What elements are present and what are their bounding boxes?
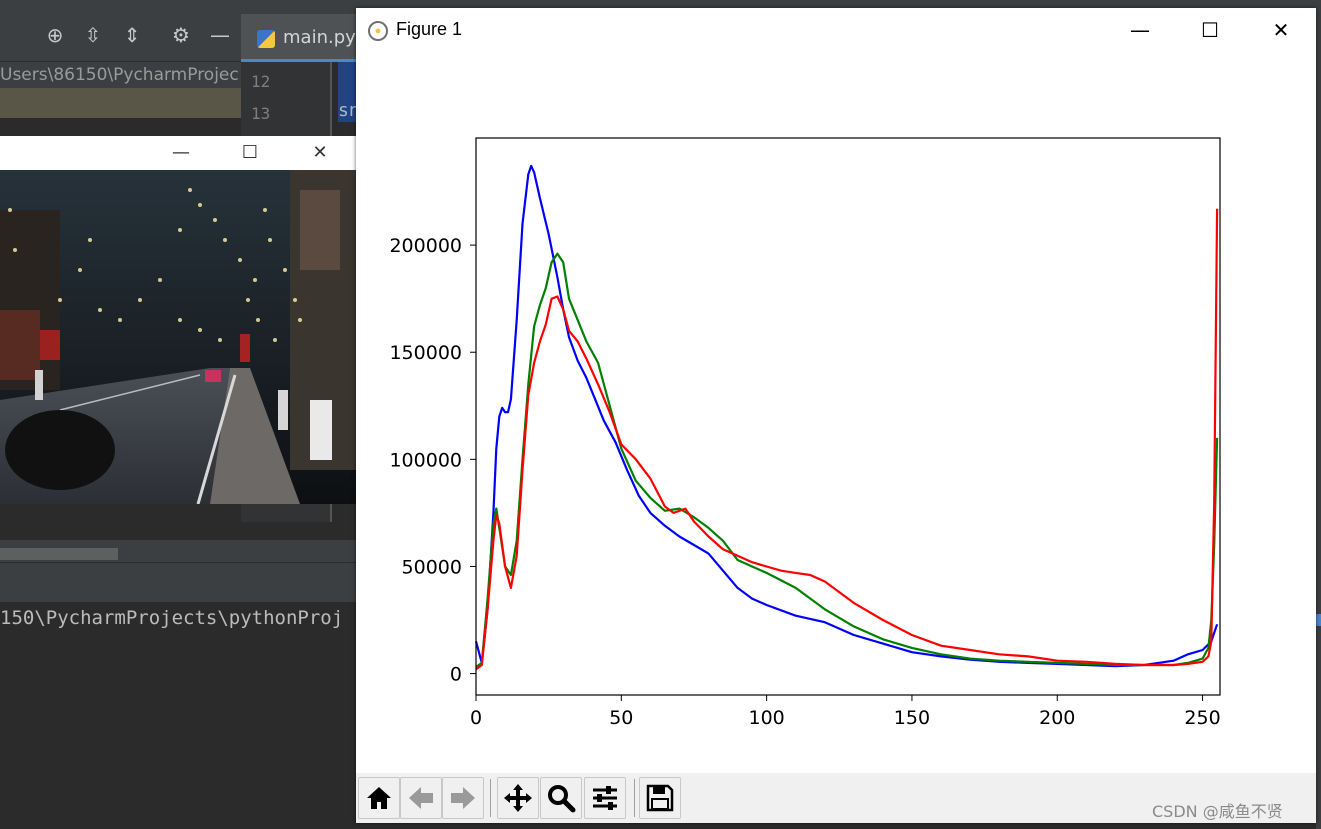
maximize-button[interactable]: ☐: [1193, 17, 1227, 43]
right-tool-strip: [1316, 0, 1321, 829]
series-line-0: [474, 164, 1219, 668]
magnifier-icon: [548, 785, 576, 813]
home-button[interactable]: [358, 777, 400, 819]
watermark: CSDN @咸鱼不贤: [1152, 802, 1283, 821]
home-icon: [367, 787, 391, 809]
series-line-2: [475, 208, 1219, 671]
image-window-titlebar[interactable]: — ☐ ✕: [0, 136, 356, 170]
crosshair-icon[interactable]: ⊕: [42, 22, 68, 48]
image-window: — ☐ ✕: [0, 136, 356, 504]
histogram-plot[interactable]: 0 50 100 150 200 250 0 50000 100000 150000 200000: [356, 52, 1316, 773]
project-path[interactable]: Users\86150\PycharmProjec: [0, 62, 241, 88]
floppy-disk-icon: [646, 784, 674, 812]
figure-titlebar[interactable]: Figure 1 — ☐ ✕: [356, 8, 1316, 52]
forward-arrow-icon: [451, 787, 475, 809]
series-line-1: [475, 252, 1219, 668]
x-tick-label: 250: [1184, 707, 1220, 729]
matplotlib-app-icon: [368, 21, 388, 41]
line-number: 13: [251, 104, 271, 123]
x-tick-label: 200: [1039, 707, 1075, 729]
back-arrow-icon: [409, 787, 433, 809]
y-tick-label: 200000: [389, 235, 462, 257]
zoom-button[interactable]: [540, 777, 582, 819]
forward-button[interactable]: [442, 777, 484, 819]
scrollbar-thumb[interactable]: [0, 548, 118, 560]
tab-label: main.py: [283, 27, 356, 48]
console-header: [0, 562, 356, 602]
toolbar-separator: [634, 779, 635, 817]
gear-icon[interactable]: ⚙: [168, 22, 194, 48]
x-tick-label: 0: [470, 707, 482, 729]
expand-all-icon[interactable]: ⇳: [80, 22, 106, 48]
selected-tree-row[interactable]: [0, 88, 241, 118]
figure-window: Figure 1 — ☐ ✕ 0 50 100 150 200 250 0 50000 1000…: [356, 8, 1316, 823]
collapse-all-icon[interactable]: ⇕: [119, 22, 145, 48]
x-tick-label: 50: [609, 707, 633, 729]
save-button[interactable]: [639, 777, 681, 819]
minimize-button[interactable]: —: [167, 140, 195, 166]
street-photo: [0, 170, 356, 504]
axes-frame: [475, 137, 1221, 696]
hide-panel-icon[interactable]: —: [207, 22, 233, 48]
toolbar-separator: [490, 779, 491, 817]
line-number: 12: [251, 72, 271, 91]
pan-button[interactable]: [497, 777, 539, 819]
y-tick-label: 50000: [402, 556, 462, 578]
minimize-button[interactable]: —: [1123, 17, 1157, 43]
y-tick-label: 150000: [389, 342, 462, 364]
sliders-icon: [593, 786, 617, 810]
close-button[interactable]: ✕: [1264, 17, 1298, 43]
close-button[interactable]: ✕: [306, 140, 334, 166]
python-file-icon: [257, 30, 275, 48]
console-output: 150\PycharmProjects\pythonProj: [0, 607, 344, 629]
window-title: Figure 1: [396, 19, 463, 39]
y-tick-label: 0: [450, 664, 462, 686]
y-tick-label: 100000: [389, 449, 462, 471]
editor-tab-main-py[interactable]: main.py: [241, 14, 357, 62]
x-tick-label: 150: [894, 707, 930, 729]
configure-subplots-button[interactable]: [584, 777, 626, 819]
maximize-button[interactable]: ☐: [236, 140, 264, 166]
back-button[interactable]: [400, 777, 442, 819]
scroll-marker: [1316, 614, 1321, 626]
move-arrows-icon: [504, 784, 532, 812]
x-tick-label: 100: [748, 707, 784, 729]
